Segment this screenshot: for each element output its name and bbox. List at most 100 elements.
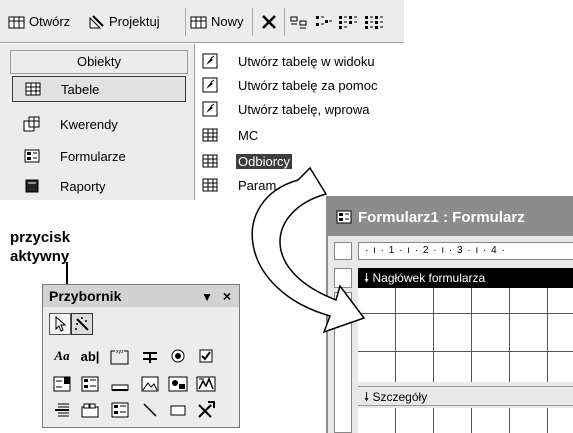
list-box-icon bbox=[81, 376, 99, 392]
open-button-label: Otwórz bbox=[29, 14, 71, 29]
unbound-object-frame-tool[interactable] bbox=[167, 373, 189, 395]
form-header-section-label: Nagłówek formularza bbox=[372, 271, 486, 285]
line-icon bbox=[143, 403, 157, 417]
list-item[interactable]: Utwórz tabelę za pomoc bbox=[200, 74, 379, 96]
toggle-button-icon bbox=[143, 352, 157, 363]
objects-item-tables[interactable]: Tabele bbox=[12, 76, 186, 102]
new-table-icon bbox=[190, 16, 207, 29]
option-button-tool[interactable] bbox=[167, 345, 189, 367]
toolbox-menu-arrow-icon[interactable]: ▼ bbox=[201, 286, 213, 308]
detail-section-bar[interactable]: 🠗 Szczegóły bbox=[358, 386, 573, 406]
wizard-icon bbox=[200, 53, 220, 69]
rectangle-tool[interactable] bbox=[167, 399, 189, 421]
callout-line-1: przycisk bbox=[10, 229, 71, 246]
objects-item-label: Raporty bbox=[60, 178, 106, 194]
large-icons-button[interactable] bbox=[290, 12, 310, 32]
bound-object-frame-tool[interactable] bbox=[195, 373, 217, 395]
large-icons-icon bbox=[290, 16, 307, 29]
tab-control-icon bbox=[81, 403, 99, 418]
option-group-tool[interactable]: xyz bbox=[109, 345, 131, 367]
delete-button[interactable] bbox=[260, 12, 278, 32]
objects-item-forms[interactable]: Formularze bbox=[22, 143, 188, 169]
small-icons-icon bbox=[316, 16, 332, 26]
design-button-label: Projektuj bbox=[109, 14, 160, 29]
subform-tool[interactable] bbox=[109, 399, 131, 421]
toolbar-separator bbox=[252, 8, 253, 36]
form-header-grid[interactable] bbox=[358, 288, 573, 382]
section-arrow-icon: 🠗 bbox=[364, 390, 370, 404]
objects-item-label: Kwerendy bbox=[60, 116, 118, 132]
list-item-label: MC bbox=[238, 127, 259, 143]
toolbox-window: Przybornik ▼ × Aa ab| xyz bbox=[42, 284, 240, 428]
curved-arrow-icon bbox=[251, 166, 366, 334]
subform-icon bbox=[111, 402, 129, 418]
open-button[interactable]: Otwórz bbox=[8, 12, 70, 32]
list-box-tool[interactable] bbox=[79, 373, 101, 395]
svg-text:xyz: xyz bbox=[116, 349, 124, 355]
toolbox-title: Przybornik bbox=[49, 288, 122, 304]
detail-grid[interactable] bbox=[358, 408, 573, 433]
list-item[interactable]: Utwórz tabelę w widoku bbox=[200, 50, 377, 72]
table-icon bbox=[200, 153, 220, 169]
table-icon bbox=[200, 127, 220, 143]
toolbox-close-icon[interactable]: × bbox=[223, 285, 231, 307]
new-button-label: Nowy bbox=[211, 14, 244, 29]
objects-item-reports[interactable]: Raporty bbox=[22, 173, 188, 199]
design-button[interactable]: Projektuj bbox=[88, 12, 160, 32]
select-objects-tool[interactable] bbox=[49, 313, 71, 335]
toolbar-separator bbox=[284, 8, 285, 36]
list-item[interactable]: MC bbox=[200, 124, 260, 146]
command-button-icon bbox=[111, 384, 129, 391]
image-tool[interactable] bbox=[139, 373, 161, 395]
horizontal-ruler[interactable]: · ı · 1 · ı · 2 · ı · 3 · ı · 4 · bbox=[358, 242, 573, 260]
table-icon bbox=[200, 177, 220, 193]
objects-item-label: Formularze bbox=[60, 148, 126, 164]
form-title: Formularz1 : Formularz bbox=[358, 208, 525, 226]
wizard-icon bbox=[200, 77, 220, 93]
delete-icon bbox=[262, 15, 276, 29]
more-controls-tool[interactable] bbox=[195, 399, 217, 421]
check-box-icon bbox=[199, 349, 213, 363]
database-toolbar: Otwórz Projektuj Nowy bbox=[0, 0, 404, 43]
page-break-tool[interactable] bbox=[51, 399, 73, 421]
check-box-tool[interactable] bbox=[195, 345, 217, 367]
command-button-tool[interactable] bbox=[109, 373, 131, 395]
list-view-icon bbox=[339, 16, 357, 29]
magic-wand-icon bbox=[75, 317, 89, 331]
table-icon bbox=[23, 81, 43, 97]
pointer-icon bbox=[55, 316, 67, 332]
toggle-button-tool[interactable] bbox=[139, 345, 161, 367]
callout-line-2: aktywny bbox=[10, 248, 70, 265]
control-wizards-tool[interactable] bbox=[71, 313, 93, 335]
list-item-label: Utwórz tabelę za pomoc bbox=[238, 77, 378, 93]
radio-button-icon bbox=[171, 349, 185, 363]
combo-box-icon bbox=[53, 376, 71, 392]
wizard-icon bbox=[200, 101, 220, 117]
design-icon bbox=[89, 15, 104, 29]
tab-control-tool[interactable] bbox=[79, 399, 101, 421]
page-break-icon bbox=[55, 403, 69, 417]
text-box-tool[interactable]: ab| bbox=[79, 345, 101, 367]
report-icon bbox=[22, 178, 42, 194]
list-item-label: Utwórz tabelę w widoku bbox=[238, 53, 375, 69]
combo-box-tool[interactable] bbox=[51, 373, 73, 395]
objects-item-label: Tabele bbox=[61, 81, 100, 97]
objects-item-queries[interactable]: Kwerendy bbox=[22, 111, 188, 137]
label-tool[interactable]: Aa bbox=[51, 345, 73, 367]
image-icon bbox=[141, 376, 159, 392]
toolbox-title-bar[interactable]: Przybornik ▼ × bbox=[43, 285, 239, 307]
objects-header[interactable]: Obiekty bbox=[10, 50, 188, 74]
unbound-object-icon bbox=[168, 376, 188, 392]
detail-section-label: Szczegóły bbox=[372, 390, 428, 404]
details-view-button[interactable] bbox=[364, 12, 384, 32]
form-header-section-bar[interactable]: 🠗 Nagłówek formularza bbox=[358, 268, 573, 288]
list-item[interactable]: Utwórz tabelę, wprowa bbox=[200, 98, 372, 120]
line-tool[interactable] bbox=[139, 399, 161, 421]
details-view-icon bbox=[365, 16, 383, 29]
new-button[interactable]: Nowy bbox=[190, 12, 244, 32]
open-icon bbox=[8, 16, 25, 29]
list-item-label: Utwórz tabelę, wprowa bbox=[238, 101, 370, 117]
toolbar-separator bbox=[185, 8, 186, 36]
list-view-button[interactable] bbox=[338, 12, 358, 32]
small-icons-button[interactable] bbox=[314, 12, 334, 32]
